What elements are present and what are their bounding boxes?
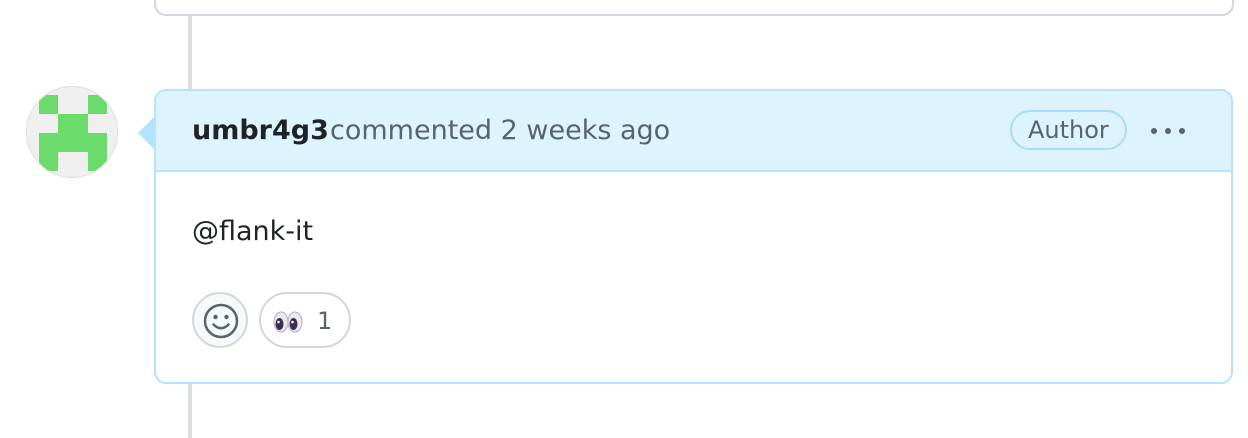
issue-timeline: umbr4g3 commented 2 weeks ago Author @fl…: [0, 0, 1248, 438]
reaction-eyes-button[interactable]: 1: [259, 292, 351, 348]
author-link[interactable]: umbr4g3: [192, 115, 329, 146]
comment-meta: commented 2 weeks ago: [330, 115, 670, 146]
author-badge: Author: [1010, 110, 1127, 150]
comment-body: @flank-it: [192, 216, 314, 247]
reaction-count: 1: [317, 307, 333, 335]
comment-timestamp[interactable]: 2 weeks ago: [501, 115, 671, 146]
comment-action: commented: [330, 115, 493, 146]
comment-card: umbr4g3 commented 2 weeks ago Author @fl…: [154, 89, 1233, 384]
eyes-emoji-icon: [273, 311, 303, 333]
comment-pointer: [138, 116, 155, 150]
identicon-avatar-icon: [39, 95, 107, 171]
avatar[interactable]: [26, 86, 118, 178]
smiley-icon: [203, 303, 239, 339]
comment-header: umbr4g3 commented 2 weeks ago Author: [156, 91, 1231, 172]
kebab-horizontal-icon[interactable]: [1148, 117, 1188, 145]
previous-comment-card: [154, 0, 1234, 16]
add-reaction-button[interactable]: [192, 292, 248, 348]
